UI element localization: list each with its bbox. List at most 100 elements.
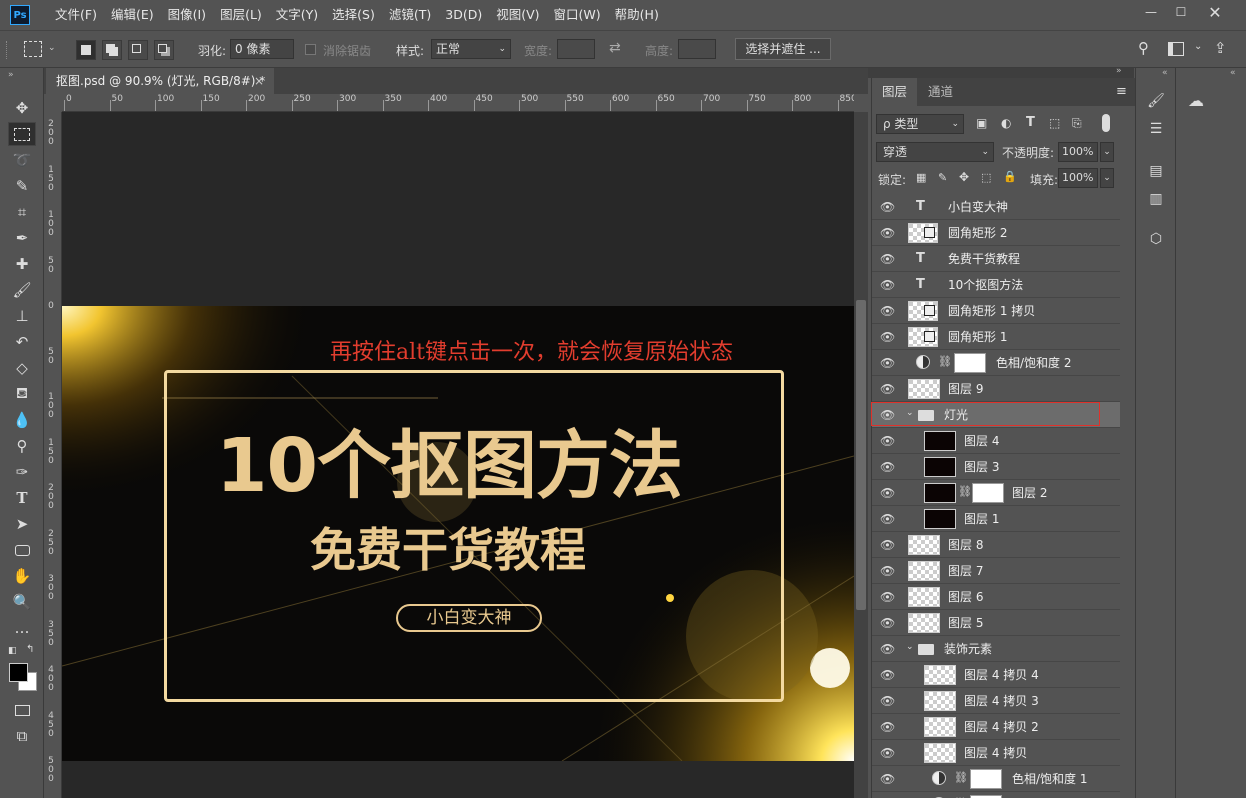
menu-item[interactable]: 编辑(E) xyxy=(104,0,161,30)
more-tools-icon[interactable]: … xyxy=(8,616,36,640)
brush-settings-icon[interactable]: 🖌 xyxy=(1144,90,1168,112)
layer-row[interactable]: 👁 T 10个抠图方法 xyxy=(872,272,1120,298)
lasso-tool-icon[interactable]: ➰ xyxy=(8,148,36,172)
layer-row[interactable]: 👁 图层 9 xyxy=(872,376,1120,402)
new-selection-icon[interactable] xyxy=(76,40,96,60)
eye-visibility-icon[interactable]: 👁 xyxy=(880,565,896,577)
width-input[interactable] xyxy=(557,39,595,59)
menu-item[interactable]: 滤镜(T) xyxy=(382,0,438,30)
blur-tool-icon[interactable]: 💧 xyxy=(8,408,36,432)
pen-tool-icon[interactable]: ✑ xyxy=(8,460,36,484)
collapse-icon[interactable]: « xyxy=(1162,68,1168,78)
filter-adjust-icon[interactable]: ◐ xyxy=(1001,116,1011,130)
menu-item[interactable]: 图层(L) xyxy=(213,0,269,30)
minimize-icon[interactable]: — xyxy=(1134,0,1168,24)
layer-mask-thumbnail[interactable] xyxy=(972,483,1004,503)
subtract-selection-icon[interactable] xyxy=(128,40,148,60)
rounded-rect-tool-icon[interactable] xyxy=(8,538,36,562)
eye-visibility-icon[interactable]: 👁 xyxy=(880,721,896,733)
share-icon[interactable]: ⇪ xyxy=(1214,39,1227,57)
marquee-tool-icon[interactable] xyxy=(24,41,42,57)
layer-row[interactable]: 👁 图层 3 xyxy=(872,454,1120,480)
canvas-area[interactable]: 再按住alt键点击一次，就会恢复原始状态 10个抠图方法 免费干货教程 小白变大… xyxy=(62,112,854,798)
layer-row[interactable]: 👁 图层 4 拷贝 4 xyxy=(872,662,1120,688)
lock-paint-icon[interactable]: ✎ xyxy=(938,171,947,184)
lock-all-icon[interactable]: 🔒 xyxy=(1003,170,1017,183)
lock-artboard-icon[interactable]: ⬚ xyxy=(981,171,991,184)
menu-item[interactable]: 图像(I) xyxy=(161,0,213,30)
clone-stamp-tool-icon[interactable]: ⊥ xyxy=(8,304,36,328)
menu-item[interactable]: 帮助(H) xyxy=(608,0,666,30)
filter-shape-icon[interactable]: ⬚ xyxy=(1049,116,1060,130)
chevron-down-icon[interactable]: ⌄ xyxy=(906,408,914,418)
lock-transparent-icon[interactable]: ▦ xyxy=(916,171,926,184)
scrollbar-thumb[interactable] xyxy=(856,300,866,610)
eye-visibility-icon[interactable]: 👁 xyxy=(880,591,896,603)
zoom-tool-icon[interactable]: 🔍 xyxy=(8,590,36,614)
menu-item[interactable]: 视图(V) xyxy=(489,0,546,30)
layer-row[interactable]: 👁 圆角矩形 2 xyxy=(872,220,1120,246)
layer-row[interactable]: 👁⛓色相/饱和度 1 xyxy=(872,766,1120,792)
collapse-icon[interactable]: « xyxy=(1230,68,1236,78)
menu-item[interactable]: 选择(S) xyxy=(325,0,382,30)
brush-tool-icon[interactable]: 🖌 xyxy=(8,278,36,302)
menu-item[interactable]: 文字(Y) xyxy=(269,0,325,30)
move-tool-icon[interactable]: ✥ xyxy=(8,96,36,120)
layer-row[interactable]: 👁 图层 4 拷贝 xyxy=(872,740,1120,766)
layer-row[interactable]: 👁 ⌄ 装饰元素 xyxy=(872,636,1120,662)
eye-visibility-icon[interactable]: 👁 xyxy=(880,383,896,395)
menu-item[interactable]: 窗口(W) xyxy=(547,0,608,30)
eye-visibility-icon[interactable]: 👁 xyxy=(880,227,896,239)
menu-item[interactable]: 3D(D) xyxy=(438,0,489,30)
tab-channels[interactable]: 通道 xyxy=(918,78,963,106)
dodge-tool-icon[interactable]: ⚲ xyxy=(8,434,36,458)
paint-bucket-tool-icon[interactable]: ⛾ xyxy=(8,382,36,406)
opacity-input[interactable]: 100% xyxy=(1058,142,1098,162)
filter-type-icon[interactable]: T xyxy=(1026,115,1035,130)
height-input[interactable] xyxy=(678,39,716,59)
eye-visibility-icon[interactable]: 👁 xyxy=(880,773,896,785)
creative-cloud-icon[interactable]: ☁ xyxy=(1184,90,1208,112)
chevron-down-icon[interactable]: ⌄ xyxy=(906,642,914,652)
notes-icon[interactable]: ▥ xyxy=(1144,188,1168,210)
crop-tool-icon[interactable]: ⌗ xyxy=(8,200,36,224)
close-window-icon[interactable]: ✕ xyxy=(1198,0,1232,24)
layer-row[interactable]: 👁 ⛓ 色相/饱和度 2 xyxy=(872,350,1120,376)
layer-row[interactable]: 👁 图层 6 xyxy=(872,584,1120,610)
document-tab[interactable]: 抠图.psd @ 90.9% (灯光, RGB/8#) * × xyxy=(46,68,274,94)
fill-input[interactable]: 100% xyxy=(1058,168,1098,188)
eye-visibility-icon[interactable]: 👁 xyxy=(880,487,896,499)
eye-visibility-icon[interactable]: 👁 xyxy=(880,331,896,343)
workspace-icon[interactable] xyxy=(1168,42,1184,56)
feather-input[interactable]: 0 像素 xyxy=(230,39,294,59)
antialias-checkbox[interactable] xyxy=(305,44,316,55)
chevron-down-icon[interactable]: ⌄ xyxy=(1100,142,1114,162)
layer-row[interactable]: 👁 圆角矩形 1 拷贝 xyxy=(872,298,1120,324)
layer-filter-select[interactable]: ρ 类型 ⌄ xyxy=(876,114,964,134)
history-brush-tool-icon[interactable]: ↶ xyxy=(8,330,36,354)
eraser-tool-icon[interactable]: ◇ xyxy=(8,356,36,380)
eye-visibility-icon[interactable]: 👁 xyxy=(880,279,896,291)
eye-visibility-icon[interactable]: 👁 xyxy=(880,643,896,655)
filter-toggle-icon[interactable] xyxy=(1102,114,1110,132)
adjustments-icon[interactable]: ☰ xyxy=(1144,118,1168,140)
blend-mode-select[interactable]: 穿透 ⌄ xyxy=(876,142,994,162)
eye-visibility-icon[interactable]: 👁 xyxy=(880,305,896,317)
layer-mask-thumbnail[interactable] xyxy=(970,769,1002,789)
layer-row[interactable]: 👁 图层 4 拷贝 2 xyxy=(872,714,1120,740)
close-tab-icon[interactable]: × xyxy=(254,68,264,94)
swap-icon[interactable]: ⇄ xyxy=(609,40,621,56)
layer-row[interactable]: 👁 图层 8 xyxy=(872,532,1120,558)
eye-visibility-icon[interactable]: 👁 xyxy=(880,513,896,525)
layer-row[interactable]: 👁 ⌄ 灯光 xyxy=(872,402,1120,428)
search-icon[interactable]: ⚲ xyxy=(1138,39,1149,57)
layer-row[interactable]: 👁 T 免费干货教程 xyxy=(872,246,1120,272)
screen-mode-icon[interactable]: ⧉ xyxy=(8,724,36,748)
layer-row[interactable]: 👁 图层 4 拷贝 3 xyxy=(872,688,1120,714)
layer-row[interactable]: 👁 圆角矩形 1 xyxy=(872,324,1120,350)
eye-visibility-icon[interactable]: 👁 xyxy=(880,201,896,213)
default-colors-icon[interactable]: ◧ xyxy=(8,646,17,656)
layer-row[interactable]: 👁⛓色相/饱和度 1 xyxy=(872,792,1120,798)
lock-position-icon[interactable]: ✥ xyxy=(959,170,969,184)
layer-row[interactable]: 👁 图层 7 xyxy=(872,558,1120,584)
